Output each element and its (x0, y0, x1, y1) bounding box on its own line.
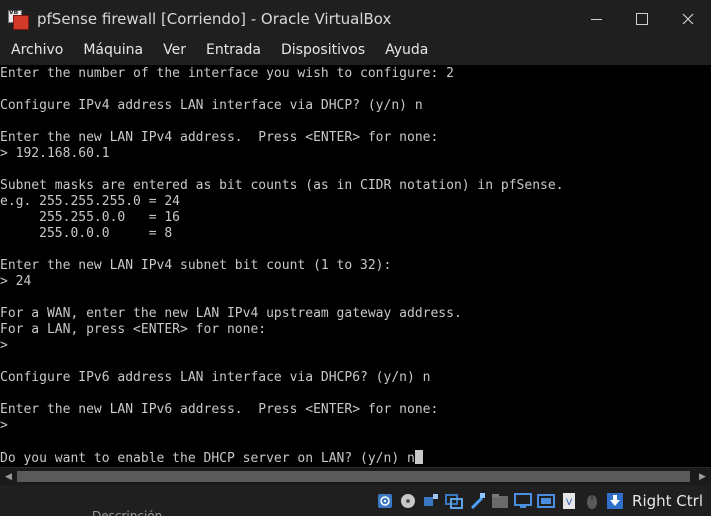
audio-icon[interactable] (421, 491, 441, 511)
menu-dispositivos[interactable]: Dispositivos (270, 38, 374, 65)
scroll-right-arrow-icon[interactable]: ▶ (694, 468, 711, 485)
console-line: Enter the new LAN IPv6 address. Press <E… (0, 402, 439, 417)
hard-disk-icon[interactable] (375, 491, 395, 511)
mouse-integration-icon[interactable] (582, 491, 602, 511)
recording-icon[interactable] (536, 491, 556, 511)
svg-text:V: V (566, 498, 573, 508)
menu-bar: Archivo Máquina Ver Entrada Dispositivos… (0, 38, 711, 65)
close-icon (682, 13, 694, 25)
console-line: Configure IPv4 address LAN interface via… (0, 98, 423, 113)
console-line: Do you want to enable the DHCP server on… (0, 451, 415, 466)
console-line: > (0, 418, 8, 433)
window-title: pfSense firewall [Corriendo] - Oracle Vi… (37, 10, 392, 28)
menu-maquina[interactable]: Máquina (72, 38, 152, 65)
shared-folders-icon[interactable] (490, 491, 510, 511)
console-line: Subnet masks are entered as bit counts (… (0, 178, 564, 193)
console-line: For a WAN, enter the new LAN IPv4 upstre… (0, 306, 462, 321)
console-line: e.g. 255.255.255.0 = 24 (0, 194, 181, 209)
console-line: > 24 (0, 274, 32, 289)
cpu-icon[interactable]: V (559, 491, 579, 511)
host-key-arrow-icon[interactable] (605, 491, 625, 511)
menu-entrada[interactable]: Entrada (195, 38, 270, 65)
maximize-button[interactable] (619, 0, 665, 38)
console-line: Enter the new LAN IPv4 subnet bit count … (0, 258, 392, 273)
network-icon[interactable] (444, 491, 464, 511)
maximize-icon (636, 13, 648, 25)
menu-ayuda[interactable]: Ayuda (374, 38, 437, 65)
vm-console-screen[interactable]: Enter the number of the interface you wi… (0, 65, 711, 467)
console-line: For a LAN, press <ENTER> for none: (0, 322, 267, 337)
optical-drive-icon[interactable] (398, 491, 418, 511)
text-cursor (414, 450, 423, 464)
console-text: Enter the number of the interface you wi… (0, 66, 564, 467)
minimize-button[interactable] (573, 0, 619, 38)
horizontal-scrollbar[interactable]: ◀ ▶ (0, 467, 711, 485)
console-line: Enter the number of the interface you wi… (0, 66, 454, 81)
background-window-text: Descripción (92, 510, 212, 516)
scrollbar-thumb[interactable] (17, 471, 690, 482)
console-line: 255.0.0.0 = 8 (0, 226, 173, 241)
minimize-icon (590, 18, 602, 20)
display-icon[interactable] (513, 491, 533, 511)
usb-icon[interactable] (467, 491, 487, 511)
host-key-label[interactable]: Right Ctrl (632, 492, 703, 510)
scroll-left-arrow-icon[interactable]: ◀ (0, 468, 17, 485)
menu-ver[interactable]: Ver (152, 38, 195, 65)
console-line: > 192.168.60.1 (0, 146, 110, 161)
close-button[interactable] (665, 0, 711, 38)
console-line: 255.255.0.0 = 16 (0, 210, 181, 225)
menu-archivo[interactable]: Archivo (0, 38, 72, 65)
window-titlebar[interactable]: VB pfSense firewall [Corriendo] - Oracle… (0, 0, 711, 38)
console-line: Configure IPv6 address LAN interface via… (0, 370, 431, 385)
virtualbox-app-icon[interactable]: VB (7, 8, 29, 30)
console-line: Enter the new LAN IPv4 address. Press <E… (0, 130, 439, 145)
console-line: > (0, 338, 8, 353)
